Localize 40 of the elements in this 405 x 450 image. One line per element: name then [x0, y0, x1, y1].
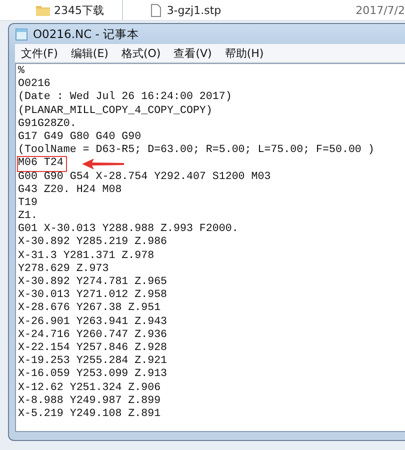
code-line: X-28.676 Y267.38 Z.951 [18, 302, 162, 316]
code-line: X-26.901 Y263.941 Z.943 [18, 316, 168, 329]
code-line: X-12.62 Y251.324 Z.906 [18, 382, 162, 395]
code-line: X-22.154 Y257.846 Z.928 [18, 342, 168, 356]
code-line: G91G28Z0. [18, 118, 78, 131]
code-line: X-30.892 Y274.781 Z.965 [18, 276, 168, 290]
folder-name[interactable]: 2345下载 [54, 2, 104, 18]
menu-item[interactable]: 帮助(H) [224, 46, 264, 60]
arrow-icon [82, 158, 124, 170]
file-date: 2017/7/2 [356, 4, 405, 16]
code-line: X-19.253 Y255.284 Z.921 [18, 355, 168, 368]
code-line: G17 G49 G80 G40 G90 [18, 130, 142, 144]
code-line: G43 Z20. H24 M08 [18, 184, 123, 197]
code-line: X-30.013 Y271.012 Z.958 [18, 289, 168, 302]
code-line: (ToolName = D63-R5; D=63.00; R=5.00; L=75.00; F=50.00 ) [18, 144, 376, 158]
window-title: O0216.NC - 记事本 [33, 26, 140, 42]
code-line: (Date : Wed Jul 26 16:24:00 2017) [18, 91, 233, 105]
code-line: X-5.219 Y249.108 Z.891 [18, 408, 162, 422]
code-line: G01 X-30.013 Y288.988 Z.993 F2000. [18, 223, 240, 236]
folder-icon [36, 4, 50, 16]
code-line: (PLANAR_MILL_COPY_4_COPY_COPY) [18, 104, 214, 118]
highlighted-code-line: M06 T24 [18, 157, 66, 170]
code-line: O0216 [18, 78, 52, 91]
code-line: X-16.059 Y253.099 Z.913 [18, 368, 168, 382]
menu-item[interactable]: 编辑(E) [70, 46, 108, 60]
notepad-icon [15, 28, 28, 40]
file-icon [150, 4, 161, 16]
code-line: Z1. [18, 210, 38, 224]
code-line: T19 [18, 196, 38, 210]
code-line: X-31.3 Y281.371 Z.978 [18, 250, 156, 263]
code-line: X-8.988 Y249.987 Z.899 [18, 394, 162, 408]
code-line: G00 G90 G54 X-28.754 Y292.407 S1200 M03 [18, 170, 272, 184]
code-line: Y278.629 Z.973 [18, 262, 110, 276]
code-line: % [18, 65, 26, 78]
menu-item[interactable]: 文件(F) [21, 46, 58, 60]
menu-item[interactable]: 格式(O) [121, 46, 161, 60]
file-name[interactable]: 3-gzj1.stp [166, 4, 222, 16]
code-line: X-24.716 Y260.747 Z.936 [18, 328, 168, 342]
code-line: X-30.892 Y285.219 Z.986 [18, 236, 168, 250]
menu-item[interactable]: 查看(V) [174, 46, 212, 60]
